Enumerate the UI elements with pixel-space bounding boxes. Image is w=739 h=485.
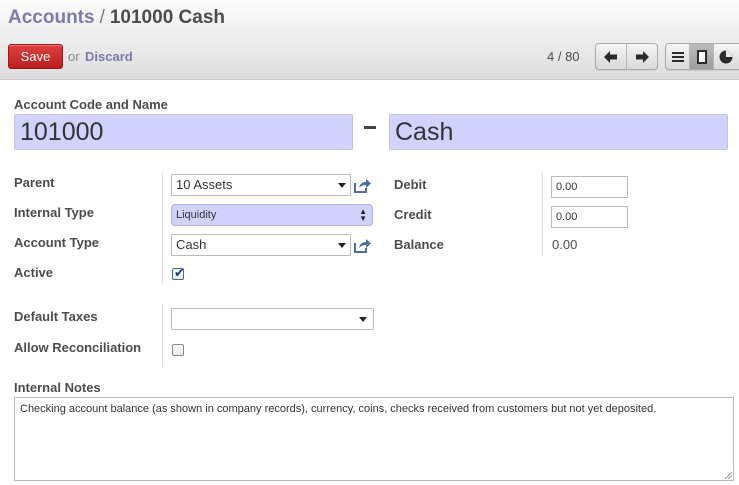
arrow-right-icon [635, 50, 649, 63]
pager-next-button[interactable] [627, 44, 657, 69]
parent-label: Parent [14, 175, 55, 190]
chart-view-icon [719, 50, 733, 63]
account-type-label: Account Type [14, 235, 99, 250]
internal-notes-text: Checking account balance (as shown in co… [20, 403, 657, 415]
discard-button[interactable]: Discard [85, 49, 133, 64]
account-code-input[interactable]: 101000 [14, 114, 353, 150]
active-label: Active [14, 265, 54, 280]
form-view-button[interactable] [690, 44, 714, 69]
save-button[interactable]: Save [8, 44, 63, 69]
credit-field[interactable]: 0.00 [551, 206, 628, 228]
view-switcher [665, 43, 739, 70]
form-view-icon [696, 49, 707, 64]
internal-notes-textarea[interactable]: Checking account balance (as shown in co… [14, 397, 734, 481]
debit-field[interactable]: 0.00 [551, 176, 628, 198]
internal-type-select-value: Liquidity [176, 209, 217, 221]
default-taxes-label: Default Taxes [14, 309, 98, 324]
pager-value[interactable]: 4 / 80 [547, 49, 580, 64]
breadcrumb: Accounts/101000 Cash [8, 7, 225, 29]
code-name-dash [364, 126, 376, 129]
debit-label: Debit [394, 177, 427, 192]
account-type-select[interactable]: Cash [171, 234, 351, 256]
field-divider [162, 172, 163, 284]
internal-type-select[interactable]: Liquidity ▲ ▼ [171, 204, 373, 226]
arrow-left-icon [603, 50, 617, 63]
external-link-icon[interactable] [354, 177, 372, 193]
account-name-input[interactable]: Cash [389, 114, 728, 150]
active-checkbox[interactable]: ✔ [172, 265, 185, 280]
parent-select-value: 10 Assets [176, 177, 233, 192]
breadcrumb-current: 101000 Cash [109, 7, 226, 28]
parent-select[interactable]: 10 Assets [171, 174, 351, 196]
pager-previous-button[interactable] [596, 44, 627, 69]
list-view-button[interactable] [666, 44, 690, 69]
internal-notes-label: Internal Notes [14, 380, 101, 395]
credit-label: Credit [394, 207, 432, 222]
control-panel: Accounts/101000 Cash Save or Discard 4 /… [0, 0, 739, 80]
field-divider [542, 172, 543, 256]
chart-view-button[interactable] [714, 44, 739, 69]
chevron-down-icon [359, 317, 367, 322]
balance-label: Balance [394, 237, 444, 252]
account-type-select-value: Cash [176, 237, 207, 252]
checkmark-icon: ✔ [174, 265, 185, 280]
balance-value: 0.00 [552, 237, 578, 252]
pager-buttons [595, 43, 658, 70]
allow-reconciliation-label: Allow Reconciliation [14, 340, 142, 355]
breadcrumb-separator: / [99, 7, 105, 28]
updown-arrows-icon: ▲ ▼ [359, 207, 367, 223]
internal-type-label: Internal Type [14, 205, 94, 220]
account-code-name-label: Account Code and Name [14, 97, 168, 112]
list-view-icon [671, 51, 684, 62]
or-text: or [68, 49, 80, 64]
chevron-down-icon [338, 183, 346, 188]
allow-reconciliation-checkbox[interactable] [172, 344, 184, 356]
breadcrumb-accounts-link[interactable]: Accounts [8, 7, 95, 28]
default-taxes-select[interactable] [171, 308, 374, 330]
external-link-icon[interactable] [354, 237, 372, 253]
resize-grip-icon[interactable] [724, 471, 732, 479]
field-divider [162, 304, 163, 366]
chevron-down-icon [338, 243, 346, 248]
